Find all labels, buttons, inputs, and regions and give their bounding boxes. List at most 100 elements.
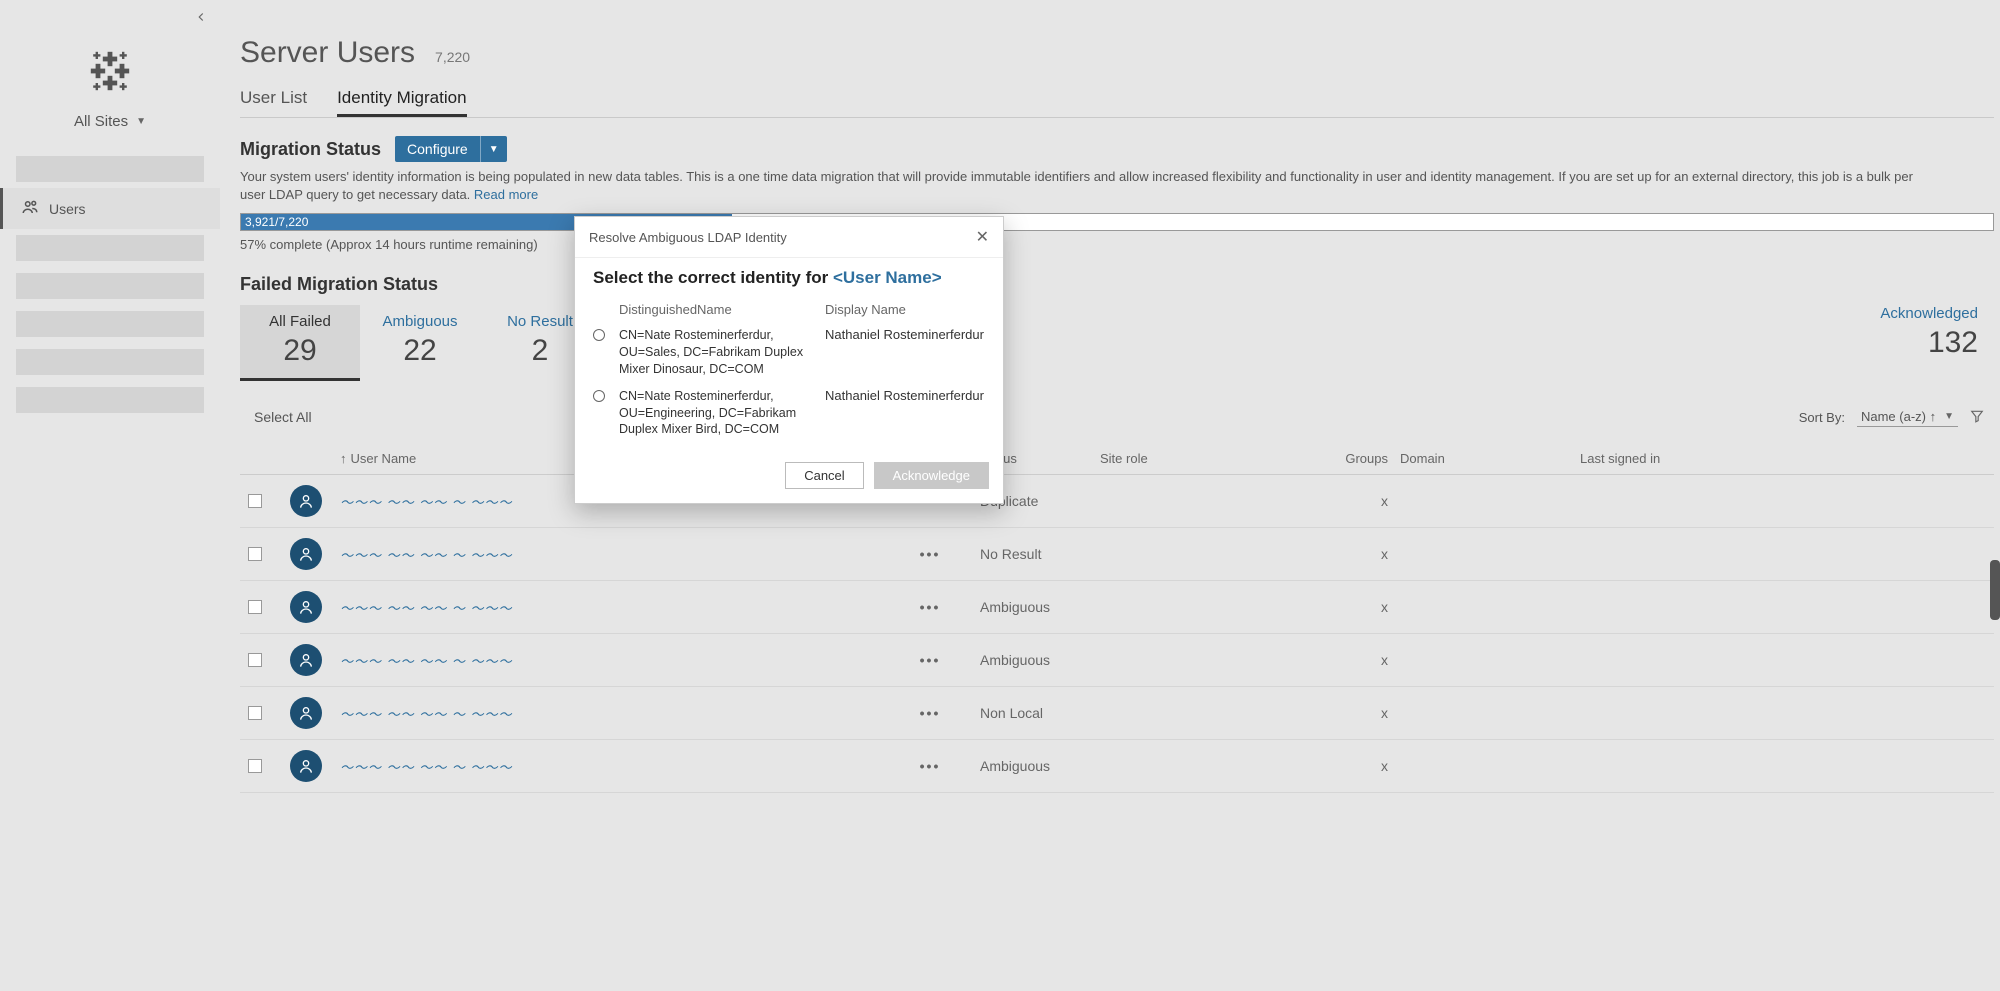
row-status: Ambiguous	[980, 599, 1100, 615]
status-card-acknowledged[interactable]: Acknowledged 132	[1880, 305, 1994, 381]
avatar-icon	[290, 538, 322, 570]
avatar-icon	[290, 750, 322, 782]
filter-icon[interactable]	[1970, 409, 1984, 426]
failed-migration-title: Failed Migration Status	[240, 274, 1994, 295]
sidebar-placeholder	[16, 349, 204, 375]
cancel-button[interactable]: Cancel	[785, 462, 863, 489]
row-checkbox[interactable]	[248, 653, 262, 667]
configure-button-label: Configure	[395, 136, 480, 162]
radio-option[interactable]	[593, 329, 605, 341]
user-name-link[interactable]: ～～～ ～～ ～～ ～ ～～～	[340, 757, 880, 776]
table-header: ↑User Name Actions Status Site role Grou…	[240, 443, 1994, 475]
main-content: Server Users 7,220 User List Identity Mi…	[220, 0, 2000, 991]
row-status: No Result	[980, 546, 1100, 562]
modal-heading-user: <User Name>	[833, 268, 942, 287]
table-row: ～～～ ～～ ～～ ～ ～～～•••No Result x	[240, 528, 1994, 581]
table-row: ～～～ ～～ ～～ ～ ～～～•••Non Local x	[240, 687, 1994, 740]
tableau-logo-icon	[0, 47, 220, 95]
status-card-label: All Failed	[244, 313, 356, 330]
status-card-ambiguous[interactable]: Ambiguous 22	[360, 305, 480, 381]
sidebar-placeholder	[16, 235, 204, 261]
migration-description: Your system users' identity information …	[240, 168, 1940, 203]
row-checkbox[interactable]	[248, 759, 262, 773]
table-row: ～～～ ～～ ～～ ～ ～～～•••Ambiguous x	[240, 740, 1994, 793]
row-status: Ambiguous	[980, 758, 1100, 774]
sidebar-collapse-icon[interactable]	[194, 10, 208, 27]
status-card-value: 29	[244, 334, 356, 368]
read-more-link[interactable]: Read more	[474, 187, 538, 202]
avatar-icon	[290, 644, 322, 676]
user-name-link[interactable]: ～～～ ～～ ～～ ～ ～～～	[340, 598, 880, 617]
tab-identity-migration[interactable]: Identity Migration	[337, 88, 466, 117]
modal-heading: Select the correct identity for <User Na…	[593, 268, 985, 288]
column-last-signed-in[interactable]: Last signed in	[1580, 451, 1760, 466]
status-card-value: 22	[364, 334, 476, 368]
table-row: ～～～ ～～ ～～ ～ ～～～•••Duplicatex	[240, 475, 1994, 528]
column-groups[interactable]: Groups	[1300, 451, 1400, 466]
site-selector[interactable]: All Sites ▼	[0, 113, 220, 130]
user-name-link[interactable]: ～～～ ～～ ～～ ～ ～～～	[340, 545, 880, 564]
row-checkbox[interactable]	[248, 600, 262, 614]
sort-dropdown[interactable]: Name (a-z) ↑ ▼	[1857, 407, 1958, 427]
radio-option[interactable]	[593, 390, 605, 402]
user-name-link[interactable]: ～～～ ～～ ～～ ～ ～～～	[340, 651, 880, 670]
row-groups: x	[1300, 652, 1400, 668]
display-name: Nathaniel Rosteminerferdur	[825, 388, 985, 403]
modal-heading-prefix: Select the correct identity for	[593, 268, 833, 287]
identity-option[interactable]: CN=Nate Rosteminerferdur, OU=Sales, DC=F…	[593, 327, 985, 378]
row-groups: x	[1300, 705, 1400, 721]
row-actions-icon[interactable]: •••	[880, 652, 980, 668]
configure-button[interactable]: Configure ▼	[395, 136, 507, 162]
row-groups: x	[1300, 546, 1400, 562]
status-card-label: Acknowledged	[1880, 305, 1978, 322]
user-name-link[interactable]: ～～～ ～～ ～～ ～ ～～～	[340, 704, 880, 723]
tabs: User List Identity Migration	[240, 88, 1994, 118]
page-count: 7,220	[435, 49, 470, 65]
avatar-icon	[290, 485, 322, 517]
row-checkbox[interactable]	[248, 706, 262, 720]
avatar-icon	[290, 697, 322, 729]
row-actions-icon[interactable]: •••	[880, 758, 980, 774]
row-actions-icon[interactable]: •••	[880, 546, 980, 562]
sort-by-label: Sort By:	[1799, 410, 1845, 425]
status-card-all-failed[interactable]: All Failed 29	[240, 305, 360, 381]
row-checkbox[interactable]	[248, 494, 262, 508]
close-icon[interactable]: ✕	[976, 227, 989, 247]
sidebar-placeholder	[16, 311, 204, 337]
identity-option[interactable]: CN=Nate Rosteminerferdur, OU=Engineering…	[593, 388, 985, 439]
chevron-down-icon: ▼	[136, 116, 146, 127]
column-domain[interactable]: Domain	[1400, 451, 1580, 466]
acknowledge-button[interactable]: Acknowledge	[874, 462, 989, 489]
progress-bar: 3,921/7,220	[240, 213, 1994, 231]
column-display-name: Display Name	[825, 302, 985, 317]
site-selector-label: All Sites	[74, 113, 128, 130]
sidebar-item-label: Users	[49, 201, 86, 217]
row-status: Non Local	[980, 705, 1100, 721]
user-table: ↑User Name Actions Status Site role Grou…	[240, 443, 1994, 793]
page-title: Server Users	[240, 36, 415, 70]
sidebar-placeholder	[16, 387, 204, 413]
select-all-link[interactable]: Select All	[254, 409, 312, 425]
row-actions-icon[interactable]: •••	[880, 599, 980, 615]
migration-status-title: Migration Status	[240, 139, 381, 160]
configure-dropdown-icon[interactable]: ▼	[480, 136, 507, 162]
column-site-role[interactable]: Site role	[1100, 451, 1300, 466]
tab-user-list[interactable]: User List	[240, 88, 307, 117]
status-card-label: Ambiguous	[364, 313, 476, 330]
progress-subtext: 57% complete (Approx 14 hours runtime re…	[240, 237, 1994, 252]
row-groups: x	[1300, 758, 1400, 774]
row-actions-icon[interactable]: •••	[880, 705, 980, 721]
sidebar-placeholder	[16, 156, 204, 182]
avatar-icon	[290, 591, 322, 623]
table-row: ～～～ ～～ ～～ ～ ～～～•••Ambiguousx	[240, 634, 1994, 687]
row-groups: x	[1300, 493, 1400, 509]
resolve-identity-modal: Resolve Ambiguous LDAP Identity ✕ Select…	[574, 216, 1004, 504]
users-icon	[21, 198, 39, 219]
status-card-value: 132	[1880, 326, 1978, 360]
modal-title: Resolve Ambiguous LDAP Identity	[589, 230, 787, 245]
row-groups: x	[1300, 599, 1400, 615]
scrollbar-thumb[interactable]	[1990, 560, 2000, 620]
progress-label: 3,921/7,220	[245, 215, 308, 229]
sidebar-item-users[interactable]: Users	[0, 188, 220, 229]
row-checkbox[interactable]	[248, 547, 262, 561]
